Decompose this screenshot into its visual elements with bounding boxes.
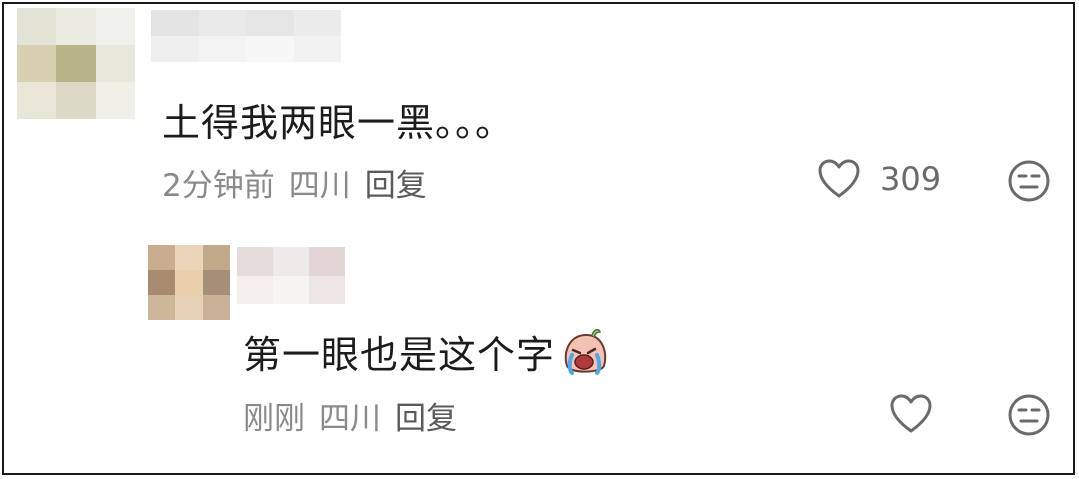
comment-meta: 2分钟前 四川 回复: [162, 160, 427, 205]
comment-time: 2分钟前: [162, 168, 275, 204]
comment-location: 四川: [288, 168, 351, 204]
reply-location: 四川: [319, 401, 381, 437]
avatar[interactable]: [17, 8, 135, 119]
reply-text: 第一眼也是这个字: [243, 324, 611, 379]
reply-text-content: 第一眼也是这个字: [243, 333, 556, 377]
crying-laughing-sticker-icon: [564, 328, 607, 375]
heart-outline-icon[interactable]: [889, 393, 933, 435]
comment-text: 土得我两眼一黑。。。: [162, 101, 515, 145]
username-blurred[interactable]: [151, 10, 341, 62]
reply-button[interactable]: 回复: [395, 393, 457, 438]
avatar[interactable]: [148, 245, 230, 320]
like-count: 309: [880, 160, 942, 198]
reply-time: 刚刚: [243, 401, 305, 437]
reply-button[interactable]: 回复: [365, 160, 427, 205]
reply-meta: 刚刚 四川 回复: [243, 393, 457, 438]
neutral-face-icon[interactable]: [1007, 159, 1051, 203]
username-blurred[interactable]: [237, 247, 345, 304]
heart-outline-icon[interactable]: [817, 158, 861, 200]
neutral-face-icon[interactable]: [1007, 393, 1051, 437]
